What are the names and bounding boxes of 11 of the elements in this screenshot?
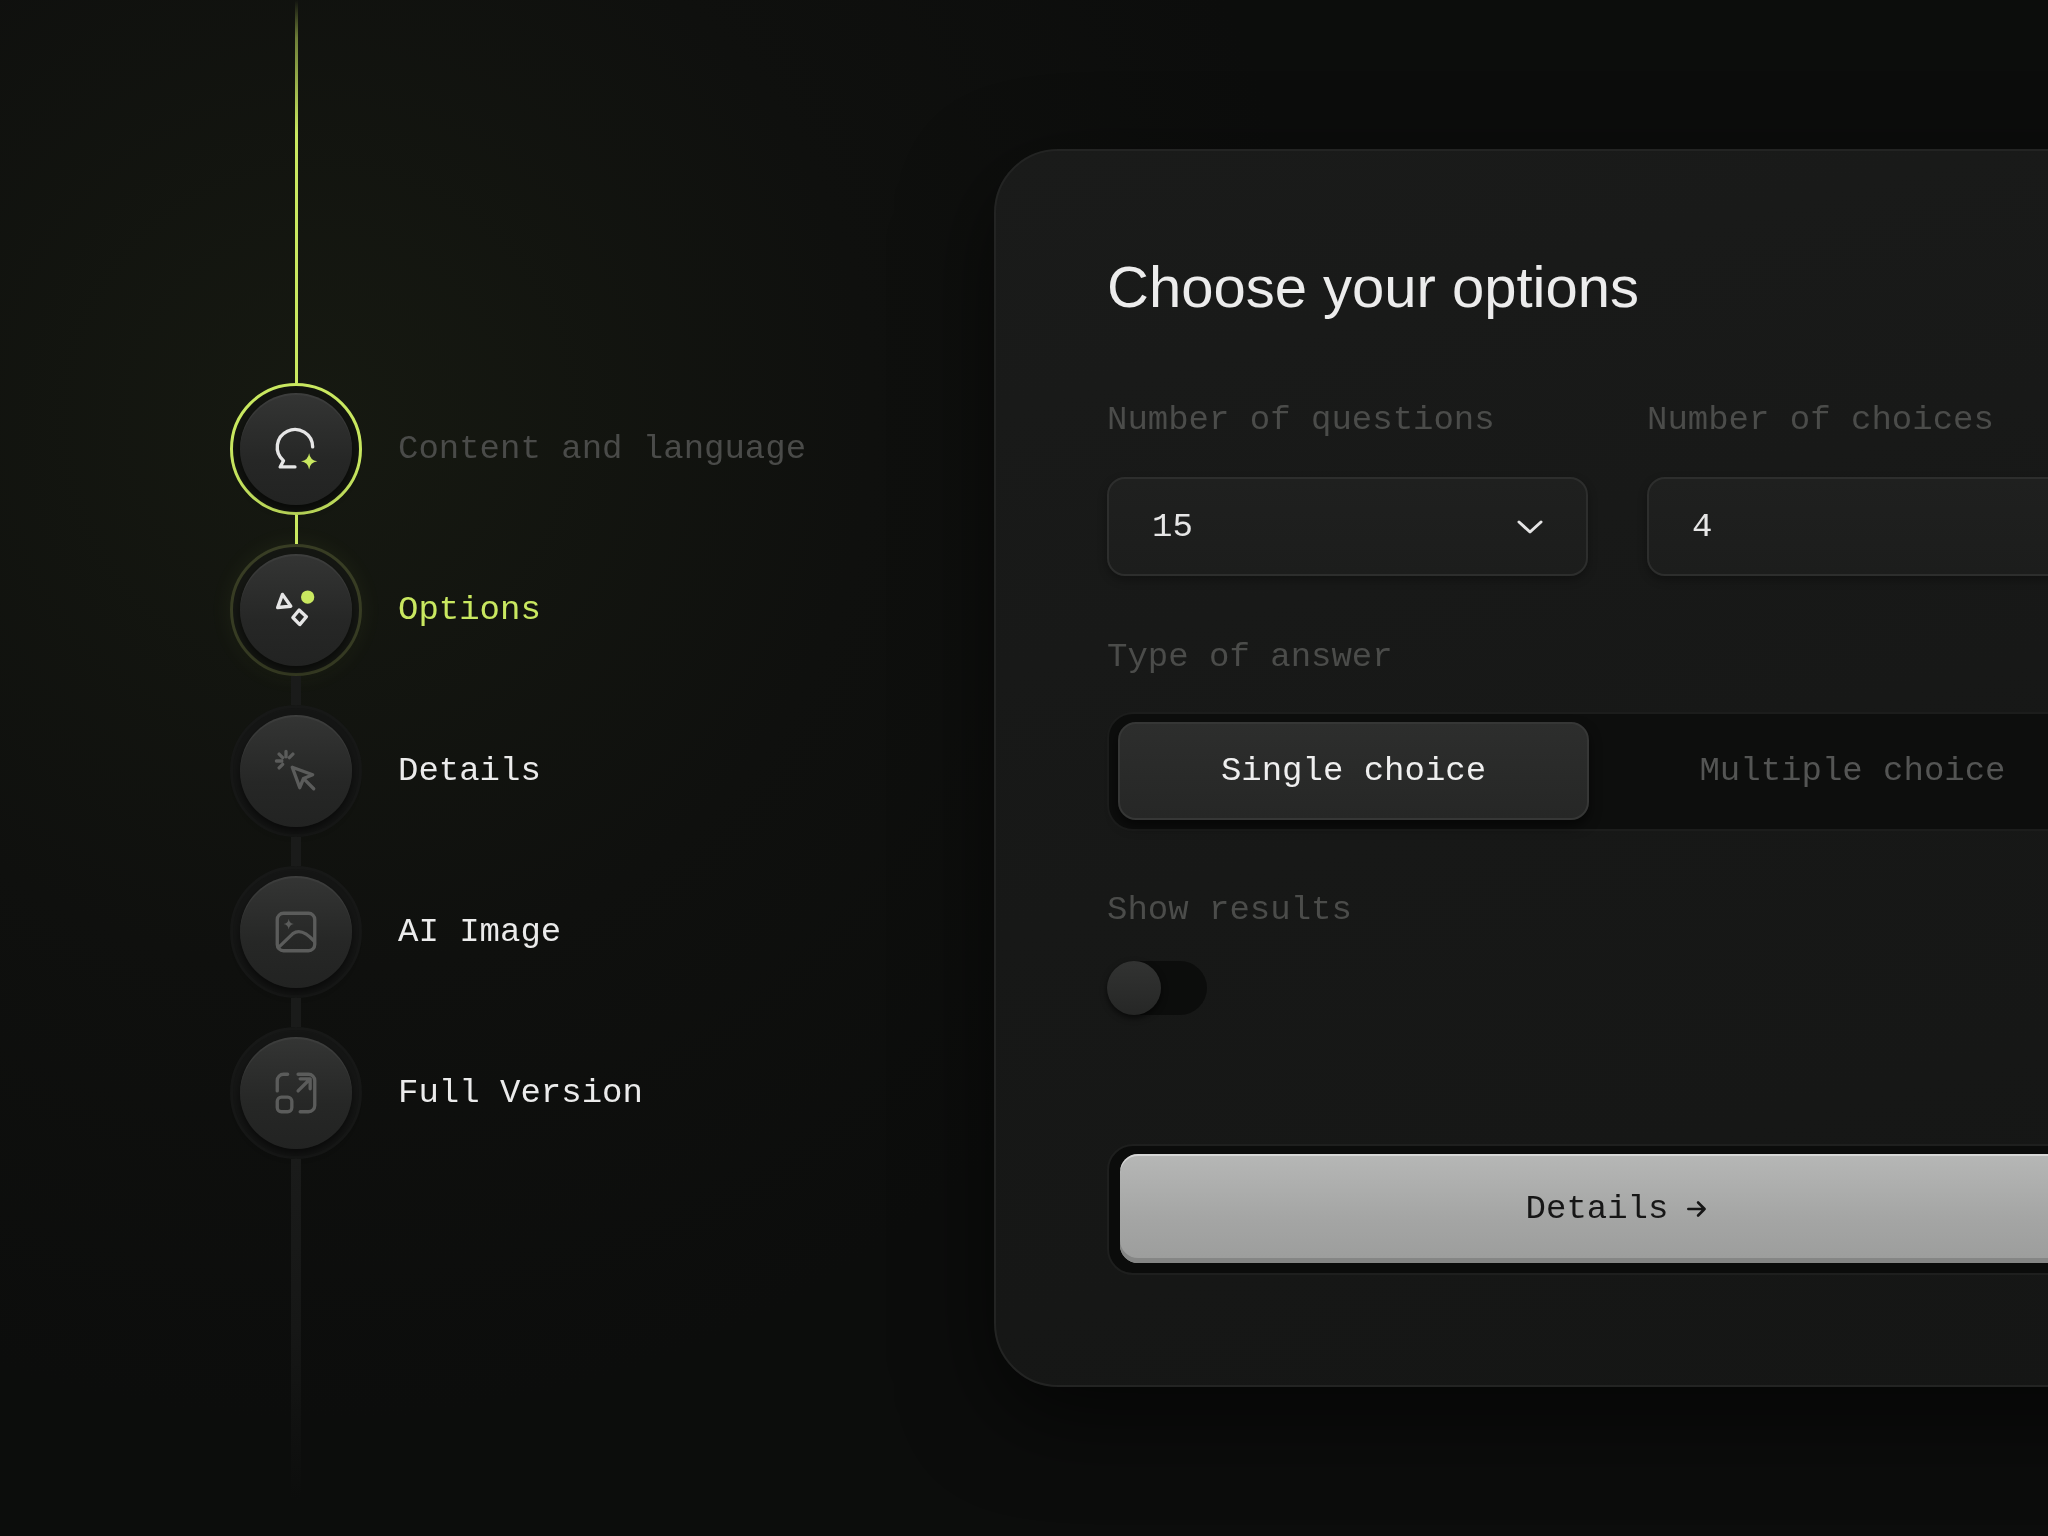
chevron-down-icon <box>1516 518 1544 535</box>
step-item[interactable]: Full Version <box>230 1027 643 1159</box>
number-input[interactable]: 4 <box>1647 477 2048 576</box>
progress-line <box>294 515 298 544</box>
step-item[interactable]: AI Image <box>230 866 562 998</box>
step-item[interactable]: Details <box>230 705 541 837</box>
answer-type-tab[interactable]: Single choice <box>1118 722 1589 820</box>
panel-title: Choose your options <box>1107 253 1639 321</box>
number-select[interactable]: 15 <box>1107 477 1588 576</box>
details-button[interactable]: Details <box>1120 1154 2048 1263</box>
step-item[interactable]: Options <box>230 544 541 676</box>
